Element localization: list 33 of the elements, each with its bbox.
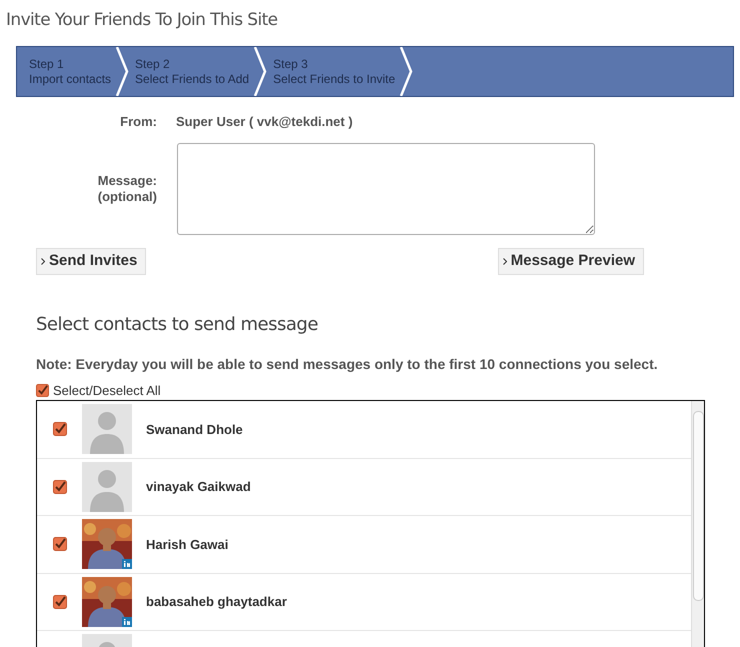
step-separator-icon bbox=[253, 47, 268, 96]
checkbox[interactable] bbox=[36, 384, 49, 397]
action-button[interactable]: Send Invites bbox=[36, 248, 146, 274]
from-value: Super User ( vvk@tekdi.net ) bbox=[176, 113, 353, 131]
checkbox[interactable] bbox=[52, 480, 66, 494]
checkbox[interactable] bbox=[52, 537, 66, 552]
wizard-step[interactable]: Step 3 Select Friends to Invite bbox=[267, 47, 400, 96]
page-title: Invite Your Friends To Join This Site bbox=[6, 9, 278, 32]
step-separator-icon bbox=[115, 47, 130, 96]
note-text: Note: Everyday you will be able to send messages only to the first 10 connections you select. bbox=[36, 354, 659, 374]
network-badge-icon bbox=[122, 559, 132, 570]
message-hint: (optional) bbox=[98, 188, 157, 204]
checkbox[interactable] bbox=[52, 422, 66, 436]
step-separator-icon bbox=[399, 47, 414, 96]
checkbox[interactable] bbox=[52, 594, 66, 609]
avatar-placeholder bbox=[82, 404, 132, 454]
avatar-placeholder bbox=[82, 462, 132, 512]
from-label: From: bbox=[119, 113, 157, 131]
select-all-label: Select/Deselect All bbox=[53, 382, 161, 400]
contact-name: Swanand Dhole bbox=[146, 420, 243, 438]
action-button[interactable]: Message Preview bbox=[498, 248, 644, 274]
contact-name: Harish Gawai bbox=[146, 536, 228, 554]
chevron-icon bbox=[502, 258, 507, 264]
wizard-step[interactable]: Step 2 Select Friends to Add bbox=[129, 47, 254, 96]
scrollbar[interactable] bbox=[691, 401, 704, 647]
chevron-icon bbox=[41, 258, 45, 264]
network-badge-icon bbox=[122, 616, 132, 627]
message-label: Message: bbox=[98, 172, 157, 188]
message-field[interactable] bbox=[177, 142, 595, 234]
contact-name: babasaheb ghaytadkar bbox=[146, 593, 287, 611]
contact-name: vinayak Gaikwad bbox=[146, 478, 251, 496]
section-title: Select contacts to send message bbox=[36, 312, 319, 336]
wizard-step[interactable]: Step 1 Import contacts bbox=[17, 47, 116, 96]
